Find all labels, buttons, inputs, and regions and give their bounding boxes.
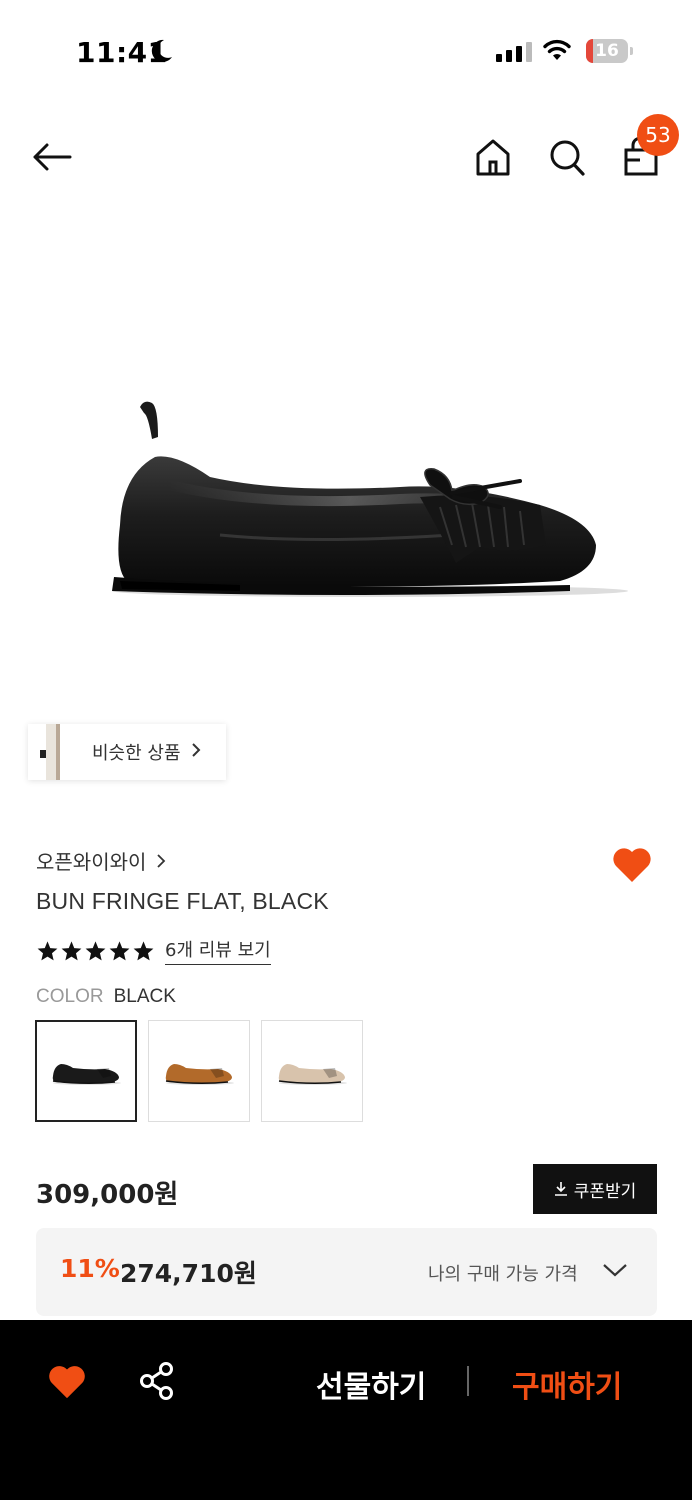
- star-icon: [85, 940, 106, 960]
- discount-rate: 11%: [60, 1254, 120, 1283]
- cart-count-badge: 53: [637, 114, 679, 156]
- color-swatches: [35, 1020, 363, 1122]
- battery-icon: 16: [586, 39, 633, 63]
- similar-product-thumbnail: [36, 724, 76, 780]
- color-swatch-black[interactable]: [35, 1020, 137, 1122]
- bottom-wishlist-button[interactable]: [46, 1360, 88, 1402]
- status-bar: 11:41 16: [0, 0, 692, 100]
- color-row: COLOR BLACK: [36, 986, 176, 1008]
- chevron-down-icon: [602, 1262, 628, 1282]
- shoe-thumbnail: [52, 1064, 121, 1085]
- my-price-panel[interactable]: 11% 274,710원 나의 구매 가능 가격: [36, 1228, 657, 1316]
- search-icon: [550, 140, 585, 176]
- product-image[interactable]: [100, 395, 630, 610]
- review-link[interactable]: 6개 리뷰 보기: [165, 936, 271, 965]
- back-arrow-icon: [33, 143, 72, 171]
- star-icon: [37, 940, 58, 960]
- similar-products-button[interactable]: 비슷한 상품: [28, 724, 226, 780]
- signal-icon: [496, 42, 532, 62]
- brand-link[interactable]: 오픈와이와이: [36, 846, 166, 875]
- search-button[interactable]: [546, 134, 588, 180]
- color-swatch-beige[interactable]: [261, 1020, 363, 1122]
- heart-filled-icon: [613, 848, 651, 882]
- wifi-icon: [542, 38, 572, 66]
- product-title: BUN FRINGE FLAT, BLACK: [36, 888, 329, 914]
- home-button[interactable]: [472, 134, 514, 180]
- rating-row: 6개 리뷰 보기: [36, 936, 271, 965]
- share-button[interactable]: [136, 1360, 178, 1402]
- similar-products-label: 비슷한 상품: [92, 743, 181, 764]
- chevron-right-icon: [191, 742, 201, 762]
- shoe-thumbnail: [278, 1064, 347, 1085]
- divider: [467, 1366, 469, 1396]
- chevron-right-icon: [157, 853, 166, 868]
- shoe-thumbnail: [165, 1064, 234, 1085]
- color-swatch-tan[interactable]: [148, 1020, 250, 1122]
- home-icon: [476, 139, 510, 176]
- gift-button[interactable]: 선물하기: [316, 1362, 426, 1406]
- download-icon: [554, 1182, 567, 1196]
- back-button[interactable]: [30, 134, 80, 180]
- sale-price: 274,710원: [120, 1259, 257, 1288]
- share-icon: [140, 1362, 173, 1400]
- bottom-action-bar: 선물하기 구매하기: [0, 1320, 692, 1500]
- color-label: COLOR: [36, 986, 104, 1007]
- moon-icon: [150, 38, 174, 68]
- star-icon: [109, 940, 130, 960]
- original-price: 309,000원: [36, 1180, 179, 1210]
- rating-stars: [36, 940, 155, 962]
- color-value: BLACK: [113, 986, 176, 1007]
- star-icon: [133, 940, 154, 960]
- star-icon: [61, 940, 82, 960]
- buy-button[interactable]: 구매하기: [512, 1362, 622, 1406]
- battery-level: 16: [595, 41, 619, 61]
- heart-filled-icon: [49, 1366, 85, 1399]
- brand-name: 오픈와이와이: [36, 850, 147, 874]
- wishlist-button[interactable]: [610, 842, 654, 886]
- coupon-button[interactable]: 쿠폰받기: [533, 1164, 657, 1214]
- my-price-label: 나의 구매 가능 가격: [428, 1264, 578, 1285]
- coupon-button-label: 쿠폰받기: [573, 1181, 637, 1202]
